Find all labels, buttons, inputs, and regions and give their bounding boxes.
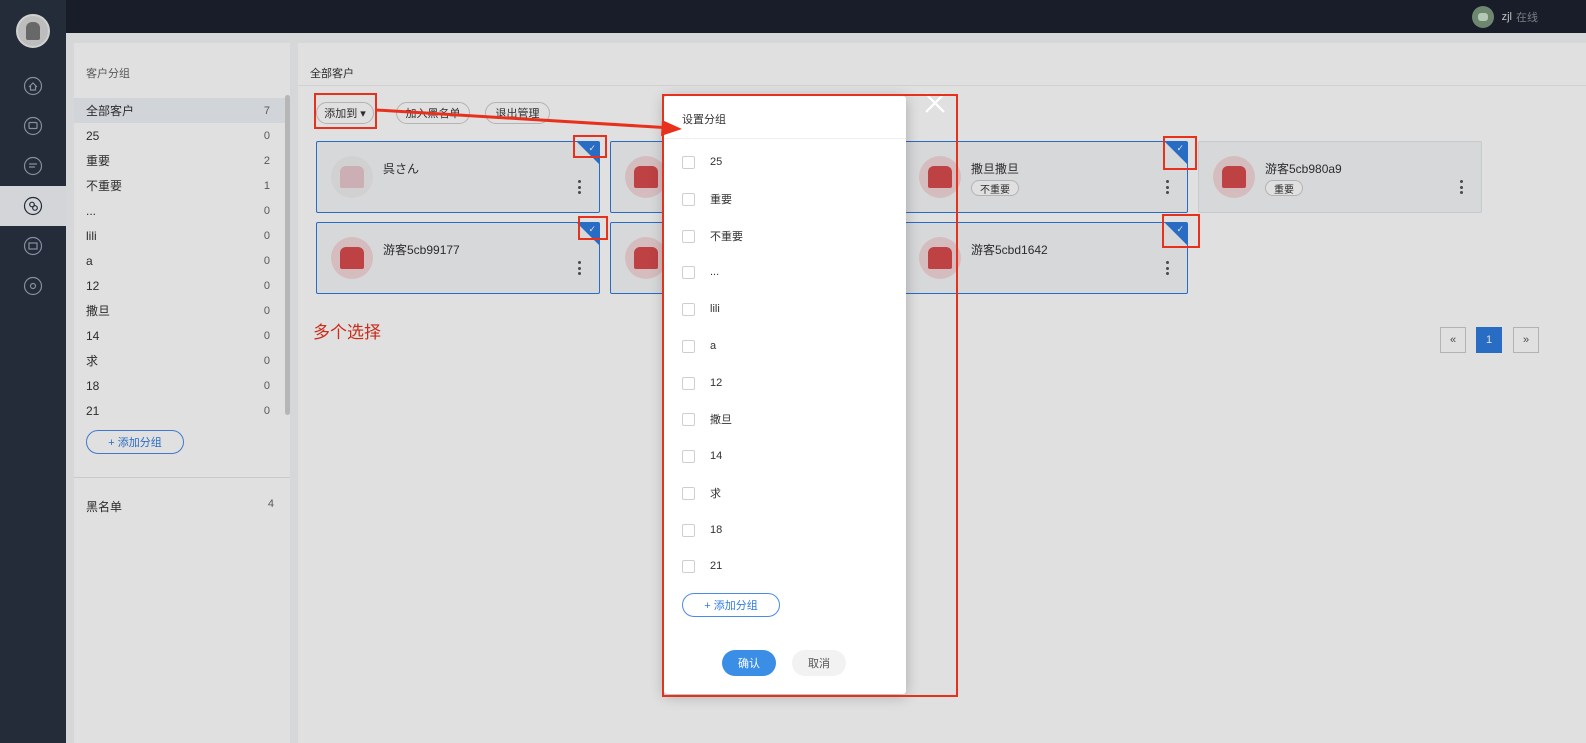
annotation-arrow xyxy=(375,108,682,136)
